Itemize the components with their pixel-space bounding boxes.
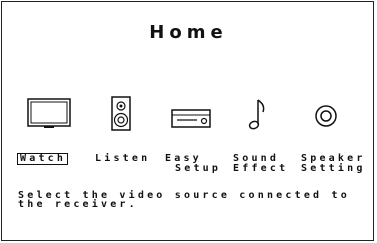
menu-item-label: Setup	[175, 163, 222, 174]
menu-item-easy-setup[interactable]: Easy Setup	[165, 154, 221, 174]
speaker-icon[interactable]	[110, 96, 132, 136]
receiver-icon[interactable]	[170, 96, 212, 136]
help-message-line: the receiver.	[18, 199, 138, 210]
menu-item-listen[interactable]: Listen	[95, 154, 150, 164]
menu-item-watch[interactable]: Watch	[17, 153, 69, 165]
menu-item-label: Watch	[20, 153, 67, 164]
page-title: Home	[149, 22, 228, 43]
menu-item-label: Effect	[233, 163, 289, 174]
tv-icon[interactable]	[26, 96, 72, 136]
disc-speaker-icon[interactable]	[313, 96, 339, 136]
menu-item-label: Listen	[95, 153, 151, 164]
menu-item-sound-effect[interactable]: Sound Effect	[233, 154, 288, 174]
music-note-icon[interactable]	[246, 96, 268, 136]
menu-item-label: Setting	[301, 163, 366, 174]
menu-item-speaker-setting[interactable]: Speaker Setting	[301, 154, 366, 174]
help-message: Select the video source connected to the…	[18, 191, 373, 210]
